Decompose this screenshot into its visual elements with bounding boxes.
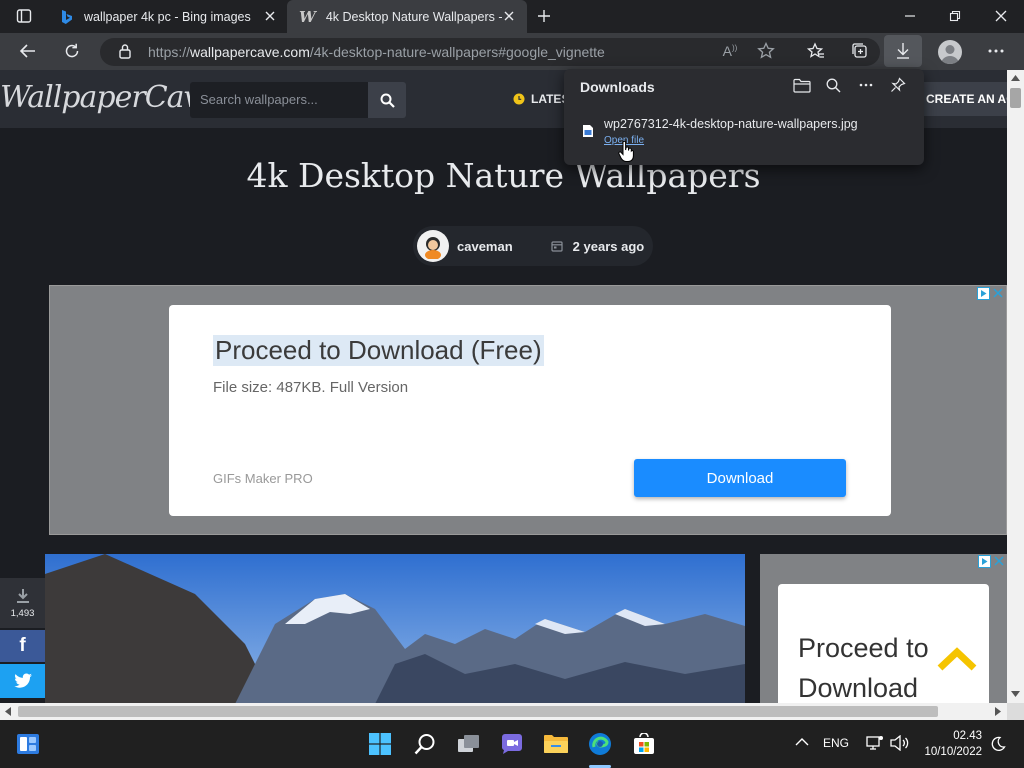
search-button[interactable]: [368, 82, 406, 118]
focus-assist-moon-icon[interactable]: [990, 736, 1006, 752]
downloads-more-icon[interactable]: [850, 71, 882, 99]
ad-card[interactable]: Proceed to Download (Free) File size: 48…: [169, 305, 891, 516]
download-count: 1,493: [10, 607, 35, 619]
windows-taskbar: ENG 02.43 10/10/2022: [0, 720, 1024, 768]
downloads-panel: Downloads wp2767312-4k-desktop-nature-wa…: [564, 69, 924, 165]
pin-icon[interactable]: [882, 71, 914, 99]
favorite-star-icon[interactable]: [750, 37, 782, 65]
scroll-right-arrow-icon[interactable]: [995, 707, 1001, 716]
url-domain: wallpapercave.com: [190, 44, 310, 60]
advertisement-banner[interactable]: Proceed to Download (Free) File size: 48…: [49, 285, 1007, 535]
author-name[interactable]: caveman: [457, 239, 513, 254]
bing-icon: [60, 9, 74, 25]
tab-label: 4k Desktop Nature Wallpapers -: [325, 9, 503, 24]
search-taskbar-icon[interactable]: [405, 720, 445, 768]
close-tab-icon[interactable]: [264, 10, 276, 22]
tab-wallpapercave[interactable]: W 4k Desktop Nature Wallpapers -: [287, 0, 527, 33]
wallpaper-image[interactable]: [45, 554, 745, 703]
side-ad-card[interactable]: Proceed to Download: [778, 584, 989, 703]
ad-brand: GIFs Maker PRO: [213, 471, 313, 486]
download-icon: [16, 588, 29, 603]
search-input[interactable]: Search wallpapers...: [190, 82, 368, 118]
download-icon: [897, 43, 909, 59]
close-window-icon[interactable]: [985, 2, 1017, 30]
volume-icon[interactable]: [890, 735, 910, 751]
scroll-down-arrow-icon[interactable]: [1011, 691, 1020, 697]
system-clock[interactable]: 02.43 10/10/2022: [914, 728, 982, 760]
calendar-icon: [551, 240, 563, 252]
task-view-icon[interactable]: [449, 720, 489, 768]
close-tab-icon[interactable]: [503, 10, 515, 22]
side-advertisement[interactable]: Proceed to Download: [760, 554, 1007, 703]
ad-subtitle: File size: 487KB. Full Version: [213, 379, 409, 396]
microsoft-store-icon[interactable]: [624, 720, 664, 768]
url-prefix: https://: [148, 44, 191, 60]
clock-date: 10/10/2022: [924, 746, 982, 758]
back-icon[interactable]: [12, 37, 44, 65]
open-folder-icon[interactable]: [786, 71, 818, 99]
facebook-share-button[interactable]: f: [0, 630, 45, 662]
vertical-scroll-thumb[interactable]: [1010, 88, 1021, 108]
hand-cursor-icon: [618, 141, 634, 163]
side-ad-line1: Proceed to: [798, 633, 929, 663]
tab-bar: wallpaper 4k pc - Bing images W 4k Deskt…: [0, 0, 1024, 33]
lock-icon[interactable]: [118, 43, 132, 59]
favorites-icon[interactable]: [800, 37, 832, 65]
download-count-button[interactable]: 1,493: [0, 578, 45, 628]
share-sidebar: 1,493 f: [0, 578, 45, 698]
search-icon: [380, 93, 395, 108]
profile-avatar-icon[interactable]: [938, 40, 962, 64]
refresh-icon[interactable]: [56, 37, 88, 65]
show-hidden-icons-chevron-icon[interactable]: [795, 737, 809, 746]
download-file-name[interactable]: wp2767312-4k-desktop-nature-wallpapers.j…: [604, 117, 858, 131]
restore-icon[interactable]: [939, 2, 971, 30]
teams-chat-icon[interactable]: [492, 720, 532, 768]
downloads-button[interactable]: [884, 35, 922, 67]
scroll-left-arrow-icon[interactable]: [5, 707, 11, 716]
read-aloud-icon[interactable]: A)): [714, 37, 746, 65]
search-downloads-icon[interactable]: [817, 71, 849, 99]
ad-download-button[interactable]: Download: [634, 459, 846, 497]
latest-link[interactable]: LATES: [513, 92, 569, 106]
author-avatar[interactable]: [417, 230, 449, 262]
tab-bing-images[interactable]: wallpaper 4k pc - Bing images: [50, 0, 286, 33]
side-ad-text: Proceed to Download: [798, 628, 929, 703]
clock-time: 02.43: [953, 730, 982, 742]
twitter-icon: [13, 673, 32, 688]
network-icon[interactable]: [866, 735, 884, 751]
adchoices-icon[interactable]: [977, 554, 1005, 568]
tab-actions-icon[interactable]: [8, 2, 40, 30]
clock-icon: [513, 93, 525, 105]
more-options-icon[interactable]: [980, 37, 1012, 65]
twitter-share-button[interactable]: [0, 664, 45, 698]
tab-label: wallpaper 4k pc - Bing images: [84, 9, 251, 24]
minimize-icon[interactable]: [894, 2, 926, 30]
url-text[interactable]: https://wallpapercave.com/4k-desktop-nat…: [148, 44, 605, 60]
site-logo[interactable]: WallpaperCave: [0, 80, 217, 115]
url-path: /4k-desktop-nature-wallpapers#google_vig…: [309, 44, 605, 60]
edge-browser-icon[interactable]: [580, 720, 620, 768]
author-info: caveman 2 years ago: [413, 226, 653, 266]
create-account-button[interactable]: CREATE AN AC: [920, 82, 1007, 116]
side-ad-line2: Download: [798, 673, 919, 703]
scroll-up-arrow-icon[interactable]: [1011, 75, 1020, 81]
widgets-icon[interactable]: [8, 720, 48, 768]
scroll-to-top-icon[interactable]: [936, 646, 978, 672]
scrollbar-corner: [1007, 703, 1024, 720]
ad-title: Proceed to Download (Free): [213, 335, 544, 366]
downloads-title: Downloads: [580, 79, 655, 95]
horizontal-scrollbar[interactable]: [0, 703, 1007, 720]
facebook-icon: f: [19, 635, 26, 656]
adchoices-icon[interactable]: [976, 286, 1004, 300]
new-tab-icon[interactable]: [528, 2, 560, 30]
wallpapercave-favicon-icon: W: [299, 7, 316, 26]
language-indicator[interactable]: ENG: [823, 736, 849, 750]
file-explorer-icon[interactable]: [536, 720, 576, 768]
collections-icon[interactable]: [844, 37, 876, 65]
start-windows-icon[interactable]: [360, 720, 400, 768]
post-date: 2 years ago: [572, 238, 645, 254]
horizontal-scroll-thumb[interactable]: [18, 706, 938, 717]
vertical-scrollbar[interactable]: [1007, 70, 1024, 703]
image-file-icon: [582, 124, 594, 138]
